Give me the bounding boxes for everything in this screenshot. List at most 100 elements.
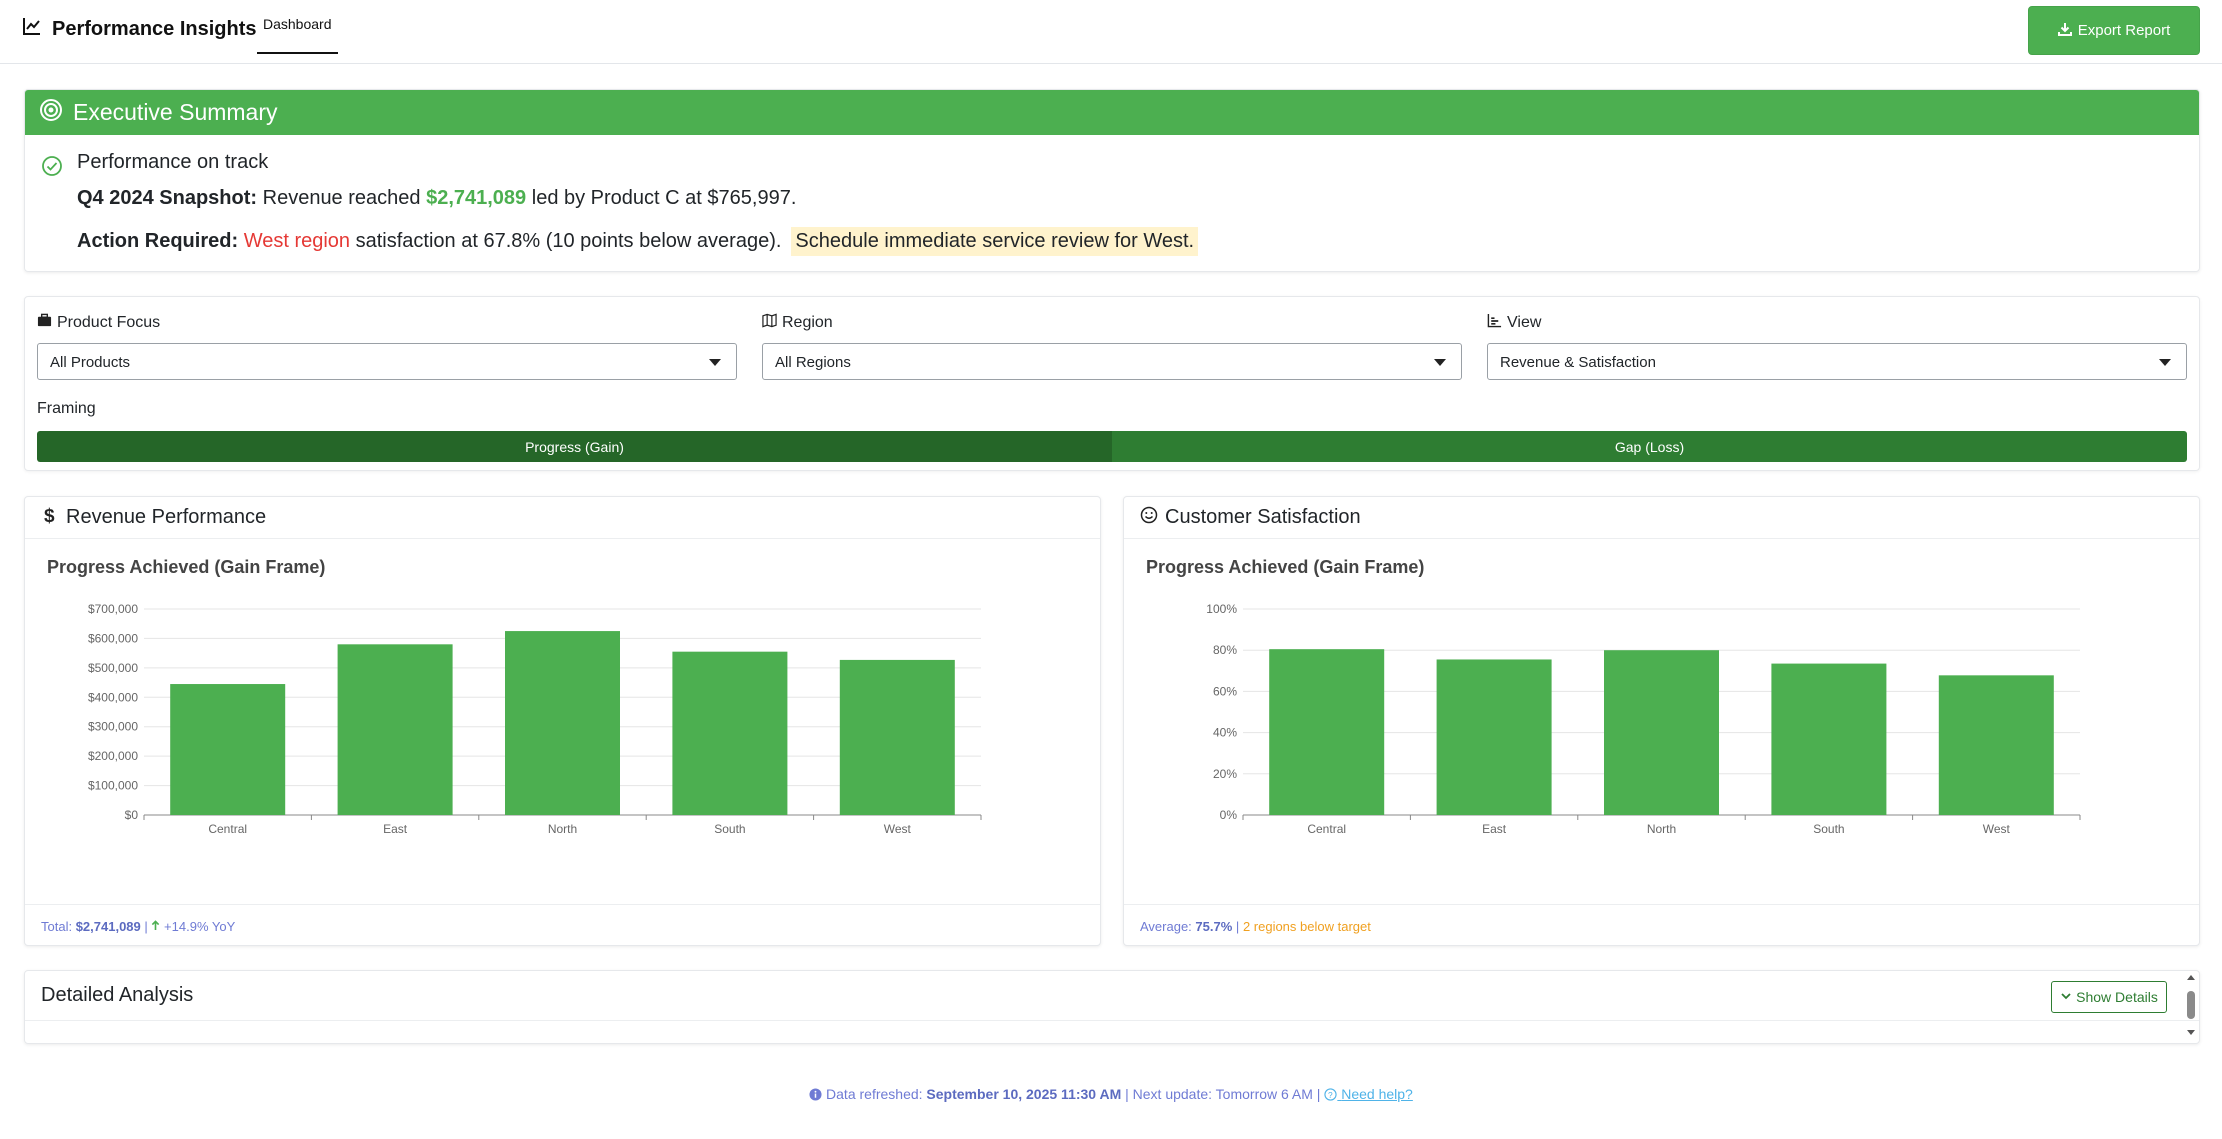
region-label: Region [762,313,833,333]
help-link[interactable]: ? Need help? [1324,1086,1413,1102]
scroll-down-icon[interactable] [2187,1030,2195,1035]
action-recommendation: Schedule immediate service review for We… [791,227,1199,256]
revenue-card-footer: Total: $2,741,089 | +14.9% YoY [25,904,1100,945]
y-tick-label: $0 [125,808,139,822]
refreshed-label: Data refreshed: [826,1086,923,1102]
executive-summary-header: Executive Summary [25,90,2199,135]
status-text: Performance on track [77,151,269,173]
show-details-button[interactable]: Show Details [2051,981,2167,1013]
satisfaction-avg-value: 75.7% [1195,919,1233,934]
satisfaction-card: Customer Satisfaction Progress Achieved … [1123,496,2200,946]
svg-text:$: $ [44,506,55,524]
framing-option-loss[interactable]: Gap (Loss) [1112,431,2187,462]
product-focus-select[interactable]: All Products [37,343,737,380]
satisfaction-avg-label: Average: [1140,919,1192,934]
snapshot-text: Q4 2024 Snapshot: Revenue reached $2,741… [77,187,796,210]
x-tick-label: West [884,822,912,836]
scrollbar[interactable] [2185,973,2197,1041]
revenue-total-value: $2,741,089 [75,919,141,934]
caret-down-icon [1434,359,1446,366]
snapshot-label: Q4 2024 Snapshot: [77,187,258,209]
executive-summary: Executive Summary Performance on track Q… [24,89,2200,272]
caret-down-icon [2159,359,2171,366]
revenue-chart-title: Progress Achieved (Gain Frame) [47,557,326,577]
info-icon [809,1086,826,1102]
view-value: Revenue & Satisfaction [1500,354,1656,371]
framing-option-gain[interactable]: Progress (Gain) [37,431,1112,462]
y-tick-label: $600,000 [88,631,138,645]
footer-separator: | [144,919,148,934]
satisfaction-chart: 0% 20% 40% 60% 80% 100% Central East North South W… [1206,602,2081,836]
scroll-up-icon[interactable] [2187,975,2195,980]
bar-west [839,659,955,815]
x-tick-label: South [714,822,745,836]
action-text: Action Required: West region satisfactio… [77,227,1199,256]
dollar-icon: $ [41,506,59,530]
filter-panel: Product Focus All Products Region All Re… [24,296,2200,471]
briefcase-icon [37,313,52,333]
y-tick-label: 20% [1213,767,1237,781]
x-tick-label: North [1647,822,1676,836]
help-link-text: Need help? [1341,1086,1413,1102]
revenue-chart: $0 $100,000 $200,000 $300,000 $400,000 $500,0… [88,602,982,836]
satisfaction-card-footer: Average: 75.7% | 2 regions below target [1124,904,2199,945]
product-focus-label: Product Focus [37,313,160,333]
bar-central [170,684,286,815]
region-select[interactable]: All Regions [762,343,1462,380]
product-focus-value: All Products [50,354,131,371]
y-tick-label: $500,000 [88,661,138,675]
x-tick-label: Central [208,822,247,836]
satisfaction-card-header: Customer Satisfaction [1124,497,2199,539]
y-tick-label: $200,000 [88,749,138,763]
detailed-analysis-title: Detailed Analysis [25,971,2199,1021]
download-icon [2057,22,2072,40]
x-tick-label: North [548,822,577,836]
revenue-card: $ Revenue Performance Progress Achieved … [24,496,1101,946]
caret-down-icon [709,359,721,366]
x-tick-label: East [383,822,408,836]
tab-dashboard[interactable]: Dashboard [257,0,338,54]
top-bar: Performance Insights Dashboard Export Re… [0,0,2222,64]
export-report-label: Export Report [2077,22,2171,39]
y-tick-label: $400,000 [88,690,138,704]
revenue-trend: +14.9% YoY [164,919,236,934]
question-circle-icon: ? [1324,1086,1341,1102]
app-title: Performance Insights [52,17,257,40]
executive-summary-title: Executive Summary [73,99,278,125]
y-tick-label: 100% [1206,602,1237,616]
map-icon [762,313,777,333]
product-focus-text: Product Focus [57,314,161,331]
satisfaction-card-title: Customer Satisfaction [1165,506,1361,528]
revenue-card-title: Revenue Performance [66,506,267,528]
framing-toggle: Progress (Gain) Gap (Loss) [37,431,2187,462]
y-tick-label: $100,000 [88,779,138,793]
x-tick-label: West [1983,822,2011,836]
bar-east [1436,659,1552,815]
snapshot-post: led by Product C at $765,997. [531,187,797,209]
bar-north [1604,650,1719,815]
bar-south [1771,663,1887,815]
bar-central [1269,649,1385,815]
bar-north [505,631,620,815]
x-tick-label: South [1813,822,1844,836]
export-report-button[interactable]: Export Report [2028,6,2200,55]
scroll-thumb[interactable] [2187,991,2195,1019]
y-tick-label: 40% [1213,726,1237,740]
y-tick-label: 80% [1213,643,1237,657]
snapshot-value: $2,741,089 [426,187,527,209]
snapshot-pre: Revenue reached [262,187,421,209]
x-tick-label: East [1482,822,1507,836]
y-tick-label: $700,000 [88,602,138,616]
view-select[interactable]: Revenue & Satisfaction [1487,343,2187,380]
framing-label: Framing [37,400,96,417]
detailed-analysis-panel: Detailed Analysis Show Details [24,970,2200,1044]
revenue-total-label: Total: [41,919,73,934]
page-footer: Data refreshed: September 10, 2025 11:30… [0,1086,2222,1102]
target-icon [39,98,63,128]
bar-west [1938,675,2054,815]
check-circle-icon [41,155,63,177]
x-tick-label: Central [1307,822,1346,836]
satisfaction-alert: 2 regions below target [1242,919,1371,934]
region-text: Region [782,314,833,331]
refreshed-value: September 10, 2025 11:30 AM [926,1086,1122,1102]
